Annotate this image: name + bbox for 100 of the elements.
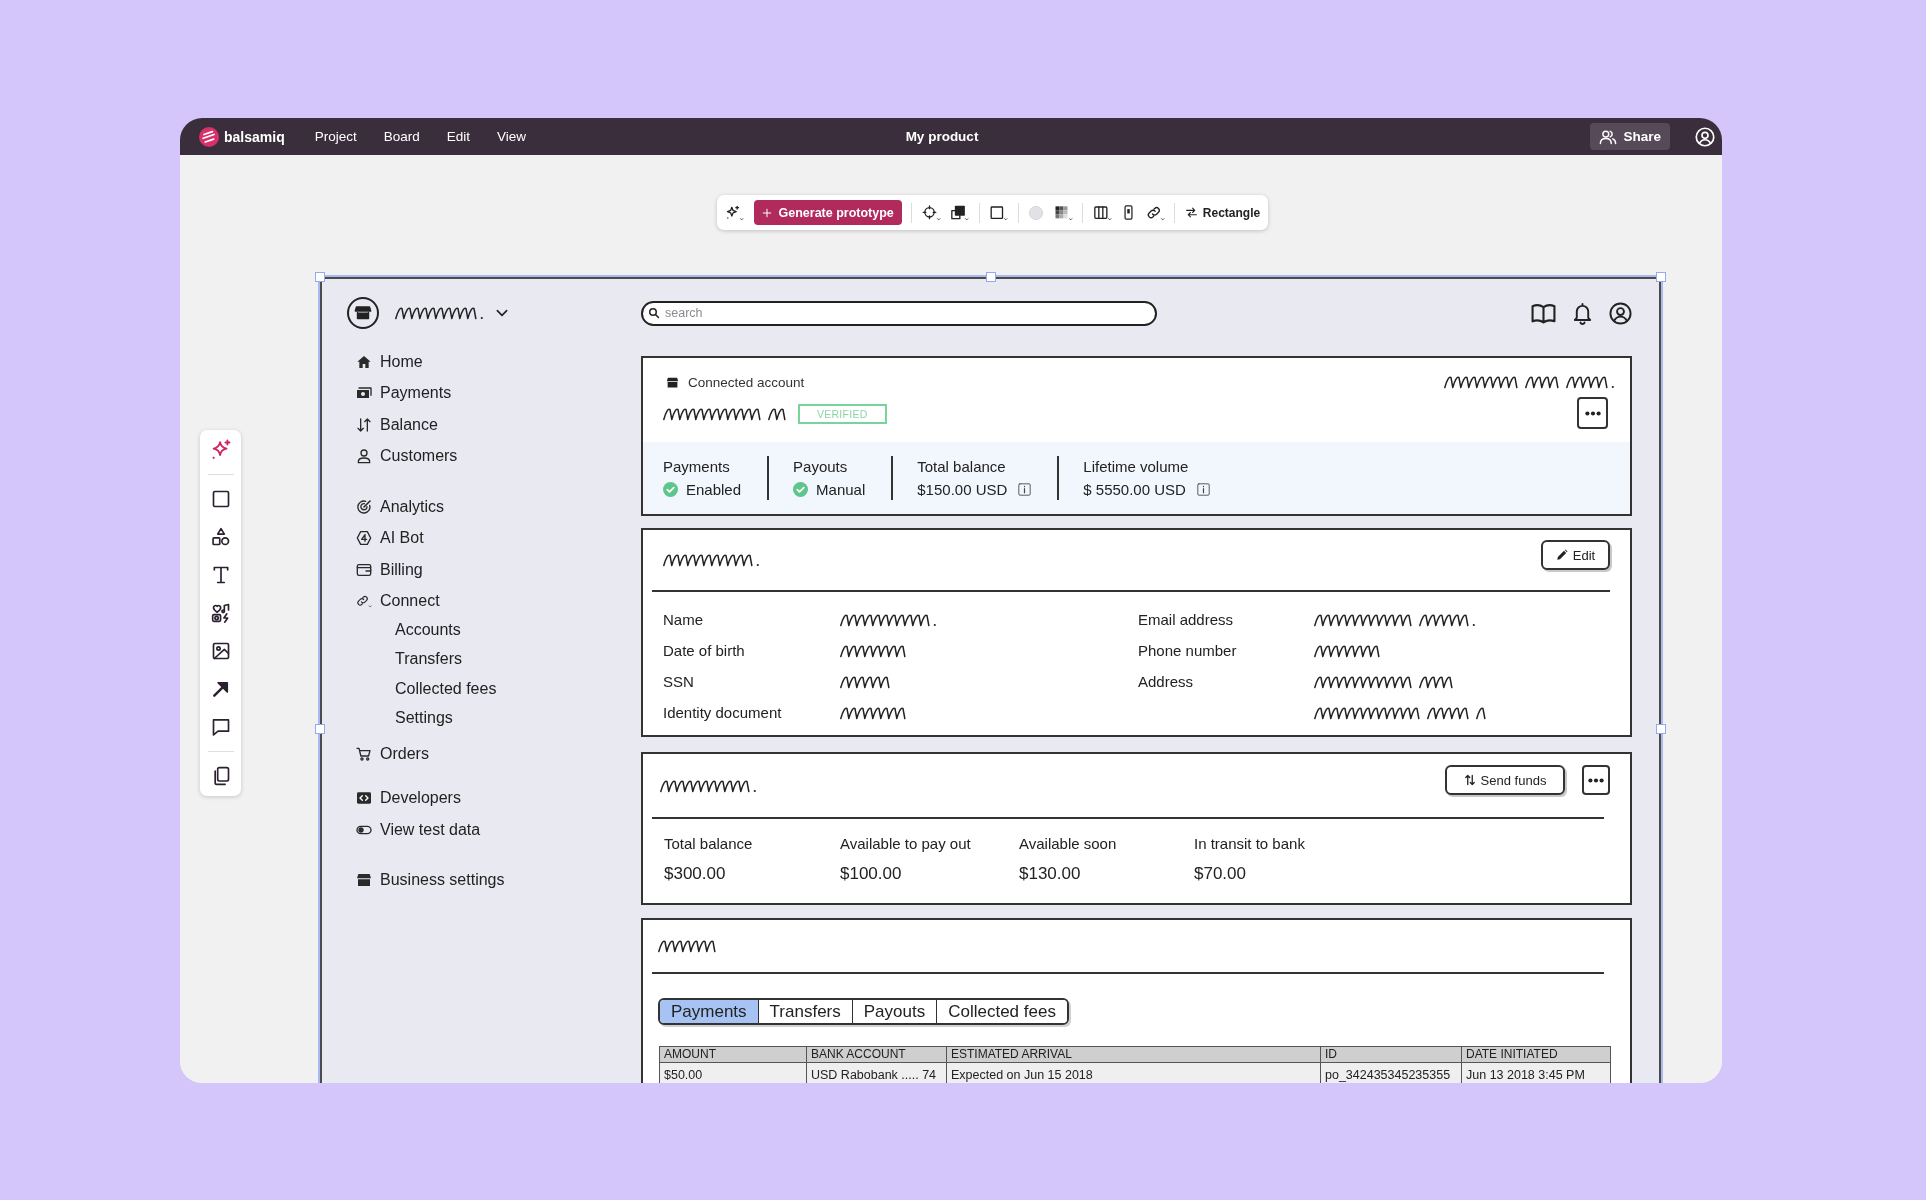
field-label: Address — [1138, 673, 1194, 690]
up-down-arrows-icon — [356, 416, 372, 433]
columns-icon[interactable] — [1092, 204, 1112, 221]
swap-arrows-icon — [1463, 774, 1476, 786]
sidebar-subitem[interactable]: Accounts — [395, 615, 461, 645]
store-icon — [666, 375, 679, 389]
app-name: balsamiq — [224, 128, 285, 145]
more-button[interactable] — [1582, 765, 1610, 795]
generate-prototype-button[interactable]: Generate prototype — [753, 200, 902, 225]
sidebar-item[interactable]: Customers — [356, 440, 458, 472]
menu-item[interactable]: View — [497, 129, 527, 144]
ellipsis-icon — [1588, 777, 1604, 783]
sidebar-subitem[interactable]: Transfers — [395, 644, 462, 674]
balance-label: Available soon — [1019, 834, 1117, 854]
plus-icon — [761, 207, 772, 218]
sidebar-item[interactable]: Business settings — [356, 864, 505, 896]
pattern-icon[interactable] — [1053, 204, 1073, 221]
balance-amount: $130.00 — [1019, 863, 1082, 885]
sidebar-subitem[interactable]: Collected fees — [395, 674, 497, 704]
scribble-line — [658, 939, 716, 953]
arrow-icon[interactable] — [210, 679, 231, 699]
crosshair-icon[interactable] — [921, 204, 941, 221]
bell-icon[interactable] — [1572, 301, 1593, 325]
square-icon[interactable] — [210, 489, 231, 509]
balance-label: In transit to bank — [1194, 834, 1305, 854]
resize-handle[interactable] — [315, 724, 325, 734]
stat-label: Payouts — [793, 457, 849, 477]
column-header: ESTIMATED ARRIVAL — [946, 1046, 1321, 1063]
tab[interactable]: Collected fees — [936, 1000, 1067, 1023]
symbols-icon[interactable] — [210, 603, 231, 623]
field-label: SSN — [663, 673, 694, 690]
scribble-line — [840, 674, 890, 689]
sidebar-item[interactable]: Orders — [356, 738, 429, 770]
sidebar-item[interactable]: Payments — [356, 377, 452, 409]
field-label: Email address — [1138, 611, 1234, 628]
link-icon — [356, 593, 372, 610]
info-icon[interactable] — [1196, 482, 1210, 496]
stat-value: Manual — [816, 480, 866, 498]
column-header: DATE INITIATED — [1461, 1046, 1611, 1063]
sidebar-item[interactable]: Connect — [356, 585, 440, 617]
search-field[interactable]: search — [641, 300, 1157, 326]
stat-value: $ 5550.00 USD — [1083, 480, 1186, 498]
field-label: Phone number — [1138, 642, 1237, 659]
column-header: BANK ACCOUNT — [806, 1046, 947, 1063]
document-title: My product — [905, 129, 979, 144]
send-funds-button[interactable]: Send funds — [1445, 765, 1565, 795]
layers-icon[interactable] — [950, 204, 970, 221]
sidebar-item[interactable]: Analytics — [356, 491, 445, 523]
people-icon — [1599, 128, 1618, 145]
share-button[interactable]: Share — [1590, 123, 1670, 150]
stat-value: Enabled — [686, 480, 742, 498]
stat-label: Payments — [663, 457, 731, 477]
link-icon[interactable] — [1145, 204, 1165, 221]
status-badge: VERIFIED — [797, 404, 887, 424]
resize-handle[interactable] — [986, 272, 996, 282]
book-icon[interactable] — [1531, 302, 1556, 324]
sidebar-item[interactable]: Developers — [356, 782, 461, 814]
menu-item[interactable]: Project — [314, 129, 357, 144]
square-icon[interactable] — [989, 204, 1009, 221]
field-label: Date of birth — [663, 642, 745, 659]
sidebar-item[interactable]: AI Bot — [356, 522, 424, 554]
menu-item[interactable]: Edit — [446, 129, 471, 144]
store-icon — [356, 872, 372, 889]
edit-button[interactable]: Edit — [1541, 540, 1610, 570]
balance-label: Total balance — [664, 834, 753, 854]
image-icon[interactable] — [210, 641, 231, 661]
home-icon — [356, 353, 372, 370]
info-icon[interactable] — [1018, 482, 1032, 496]
balance-label: Available to pay out — [840, 834, 971, 854]
store-icon — [347, 297, 379, 329]
table-cell: Expected on Jun 15 2018 — [946, 1062, 1321, 1083]
comment-icon[interactable] — [210, 717, 231, 737]
tab[interactable]: Payments — [660, 1000, 758, 1023]
check-circle-icon — [793, 481, 809, 497]
stat-value: $150.00 USD — [917, 480, 1008, 498]
target-icon — [356, 498, 372, 515]
field-label: Name — [663, 611, 703, 628]
table-cell: $50.00 — [659, 1062, 807, 1083]
sidebar-item[interactable]: Home — [356, 346, 423, 378]
resize-handle[interactable] — [1656, 272, 1666, 282]
user-icon[interactable] — [1609, 301, 1632, 325]
sidebar-item[interactable]: Balance — [356, 409, 438, 441]
stat-label: Total balance — [917, 457, 1007, 477]
sidebar-item[interactable]: Billing — [356, 554, 423, 586]
sidebar-subitem[interactable]: Settings — [395, 703, 453, 733]
shape-type-button[interactable]: Rectangle — [1184, 205, 1261, 220]
swap-icon — [1184, 206, 1198, 219]
stat-label: Lifetime volume — [1083, 457, 1190, 477]
shapes-icon[interactable] — [210, 527, 231, 547]
check-circle-icon — [663, 481, 678, 497]
wallet-icon — [356, 561, 372, 578]
resize-handle[interactable] — [315, 272, 325, 282]
account-label: Connected account — [688, 374, 805, 390]
sidebar-item[interactable]: View test data — [356, 814, 481, 846]
code-icon — [356, 790, 372, 807]
menu-item[interactable]: Board — [383, 129, 420, 144]
more-button[interactable] — [1577, 397, 1608, 429]
balance-amount: $300.00 — [664, 863, 727, 885]
sparkle-icon[interactable] — [725, 204, 744, 221]
resize-handle[interactable] — [1656, 724, 1666, 734]
